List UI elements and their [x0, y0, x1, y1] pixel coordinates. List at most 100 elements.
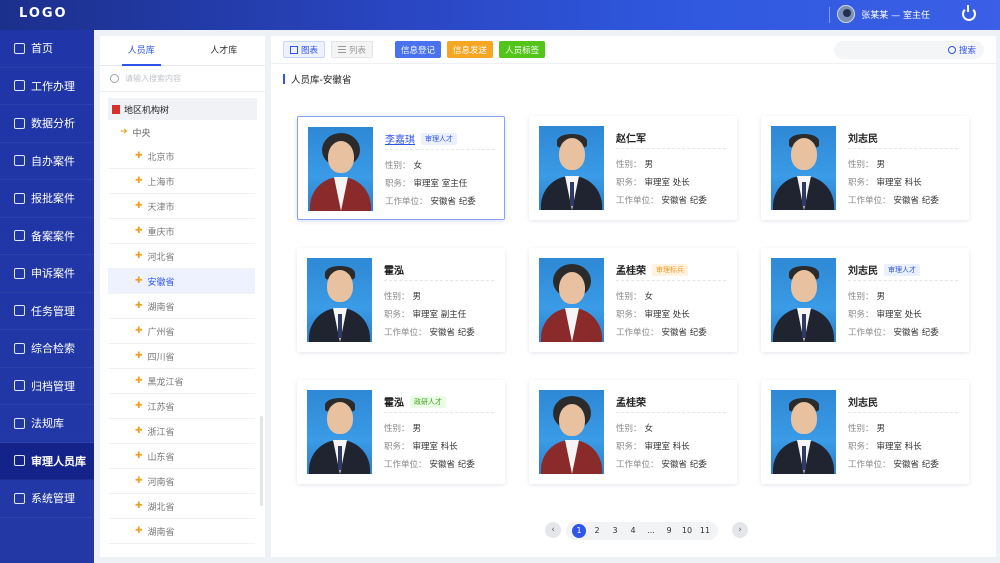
- tree-node[interactable]: ✚ 安徽省: [108, 269, 255, 294]
- tree-node[interactable]: ✚ 湖南省: [108, 294, 255, 319]
- unit-label: 工作单位：: [616, 460, 659, 470]
- tree-search-placeholder[interactable]: 请输入搜索内容: [125, 73, 181, 84]
- sidebar: 首页 工作办理 数据分析 自办案件报批案件备案案件 申诉案件 任务管理 综合检索 归档管理 法规…: [0, 30, 94, 563]
- position-value: 审理室 科长: [644, 442, 690, 452]
- person-card[interactable]: 霍泓 性别：男职务： 审理室 副主任 工作单位： 安徽省 纪委: [297, 248, 505, 352]
- tree-node-label: 天津市: [147, 202, 175, 213]
- edit-doc-icon: [14, 192, 25, 204]
- tree-node[interactable]: ✚ 上海市: [108, 169, 255, 194]
- gender-field: 性别：女: [616, 422, 653, 434]
- page-number[interactable]: 3: [608, 524, 622, 538]
- sidebar-item-8[interactable]: 综合检索: [0, 330, 94, 368]
- tree-node-label: 湖南省: [147, 527, 175, 538]
- info-send-button[interactable]: 信息发送: [447, 41, 494, 58]
- talent-tag: 审理标兵: [652, 263, 688, 276]
- user-info[interactable]: 张某某 — 室主任: [837, 5, 930, 23]
- person-card[interactable]: 孟桂荣 性别：女职务： 审理室 科长 工作单位： 安徽省 纪委: [529, 380, 737, 484]
- position-field: 职务： 审理室 处长: [616, 176, 690, 188]
- tree-node[interactable]: ✚ 河北省: [108, 244, 255, 269]
- tree-search[interactable]: 请输入搜索内容: [100, 66, 265, 92]
- sidebar-item-3[interactable]: 自办案件: [0, 143, 94, 180]
- grid-icon: [14, 342, 25, 354]
- person-card[interactable]: 孟桂荣 审理标兵 性别：女职务： 审理室 处长 工作单位： 安徽省 纪委: [529, 248, 737, 352]
- page-number[interactable]: 11: [698, 524, 712, 538]
- person-card[interactable]: 刘志民 性别：男职务： 审理室 科长 工作单位： 安徽省 纪委: [761, 116, 969, 220]
- person-card[interactable]: 赵仁军 性别：男职务： 审理室 处长 工作单位： 安徽省 纪委: [529, 116, 737, 220]
- tree-node[interactable]: ✚ 湖北省: [108, 494, 255, 519]
- unit-label: 工作单位：: [848, 460, 891, 470]
- tree-node-center[interactable]: ➜ 中央: [100, 120, 265, 144]
- sidebar-item-1[interactable]: 工作办理: [0, 68, 94, 105]
- unit-label: 工作单位：: [616, 196, 659, 206]
- tree-node[interactable]: ✚ 湖南省: [108, 519, 255, 544]
- talent-tag: 审理人才: [884, 263, 920, 276]
- card-divider: [384, 412, 494, 413]
- sidebar-item-7[interactable]: 任务管理: [0, 293, 94, 330]
- person-photo: [539, 390, 604, 474]
- person-card[interactable]: 刘志民 性别：男职务： 审理室 科长 工作单位： 安徽省 纪委: [761, 380, 969, 484]
- tree-node[interactable]: ✚ 山东省: [108, 444, 255, 469]
- search-input[interactable]: 搜索: [834, 41, 984, 59]
- person-card[interactable]: 霍泓 政研人才 性别：男职务： 审理室 科长 工作单位： 安徽省 纪委: [297, 380, 505, 484]
- gender-label: 性别：: [848, 292, 874, 302]
- sidebar-item-11[interactable]: 审理人员库: [0, 442, 94, 480]
- unit-field: 工作单位： 安徽省 纪委: [848, 194, 939, 206]
- person-name[interactable]: 李嘉琪: [385, 131, 415, 146]
- person-name: 孟桂荣: [616, 398, 646, 409]
- gender-label: 性别：: [616, 292, 642, 302]
- section-title-text: 人员库-安徽省: [291, 75, 352, 86]
- position-field: 职务： 审理室 室主任: [385, 177, 467, 189]
- card-divider: [385, 149, 495, 150]
- sidebar-item-12[interactable]: 系统管理: [0, 480, 94, 518]
- expand-icon: ✚: [135, 301, 143, 311]
- tree-node[interactable]: ✚ 浙江省: [108, 419, 255, 444]
- page-number[interactable]: 2: [590, 524, 604, 538]
- position-label: 职务：: [848, 178, 874, 188]
- position-value: 审理室 室主任: [413, 179, 468, 189]
- expand-icon: ✚: [135, 376, 143, 386]
- tree-node[interactable]: ✚ 河南省: [108, 469, 255, 494]
- person-card[interactable]: 李嘉琪 审理人才 性别：女职务： 审理室 室主任 工作单位： 安徽省 纪委: [297, 116, 505, 220]
- position-label: 职务：: [848, 310, 874, 320]
- info-register-button[interactable]: 信息登记: [395, 41, 442, 58]
- tree-node[interactable]: ✚ 江苏省: [108, 394, 255, 419]
- sidebar-item-2[interactable]: 数据分析: [0, 105, 94, 143]
- tree-node[interactable]: ✚ 重庆市: [108, 219, 255, 244]
- tree-node[interactable]: ✚ 四川省: [108, 344, 255, 369]
- position-value: 审理室 科长: [876, 442, 922, 452]
- avatar[interactable]: [837, 5, 856, 23]
- search-label[interactable]: 搜索: [959, 44, 976, 56]
- tab-talent-library[interactable]: 人才库: [183, 36, 266, 65]
- gender-value: 女: [644, 424, 654, 434]
- sidebar-item-6[interactable]: 申诉案件: [0, 255, 94, 293]
- sidebar-item-0[interactable]: 首页: [0, 30, 94, 68]
- page-number[interactable]: 9: [662, 524, 676, 538]
- sidebar-item-10[interactable]: 法规库: [0, 405, 94, 443]
- sidebar-item-5[interactable]: 备案案件: [0, 218, 94, 255]
- sidebar-item-label: 报批案件: [31, 192, 75, 206]
- tree-node[interactable]: ✚ 天津市: [108, 194, 255, 219]
- sidebar-item-4[interactable]: 报批案件: [0, 180, 94, 218]
- tree-root-label: 地区机构树: [124, 105, 170, 116]
- page-number[interactable]: 10: [680, 524, 694, 538]
- tree-root[interactable]: 地区机构树: [108, 98, 257, 120]
- person-card[interactable]: 刘志民 审理人才 性别：男职务： 审理室 处长 工作单位： 安徽省 纪委: [761, 248, 969, 352]
- next-page-button[interactable]: ›: [732, 522, 748, 538]
- tab-personnel-library[interactable]: 人员库: [100, 36, 183, 66]
- expand-icon: ✚: [135, 201, 143, 211]
- prev-page-button[interactable]: ‹: [545, 522, 561, 538]
- page-number[interactable]: 4: [626, 524, 640, 538]
- view-list-button[interactable]: 列表: [331, 41, 374, 58]
- person-tag-button[interactable]: 人员标签: [499, 41, 546, 58]
- folder-icon: [14, 380, 25, 392]
- tree-node[interactable]: ✚ 黑龙江省: [108, 369, 255, 394]
- tree-node[interactable]: ✚ 北京市: [108, 144, 255, 169]
- tree-node[interactable]: ✚ 广州省: [108, 319, 255, 344]
- view-grid-button[interactable]: 图表: [283, 41, 326, 58]
- tree-scrollbar[interactable]: [260, 416, 263, 506]
- sidebar-item-label: 系统管理: [31, 492, 75, 506]
- gender-field: 性别：男: [848, 158, 885, 170]
- page-number[interactable]: 1: [572, 524, 586, 538]
- power-icon[interactable]: [962, 5, 976, 21]
- sidebar-item-9[interactable]: 归档管理: [0, 368, 94, 405]
